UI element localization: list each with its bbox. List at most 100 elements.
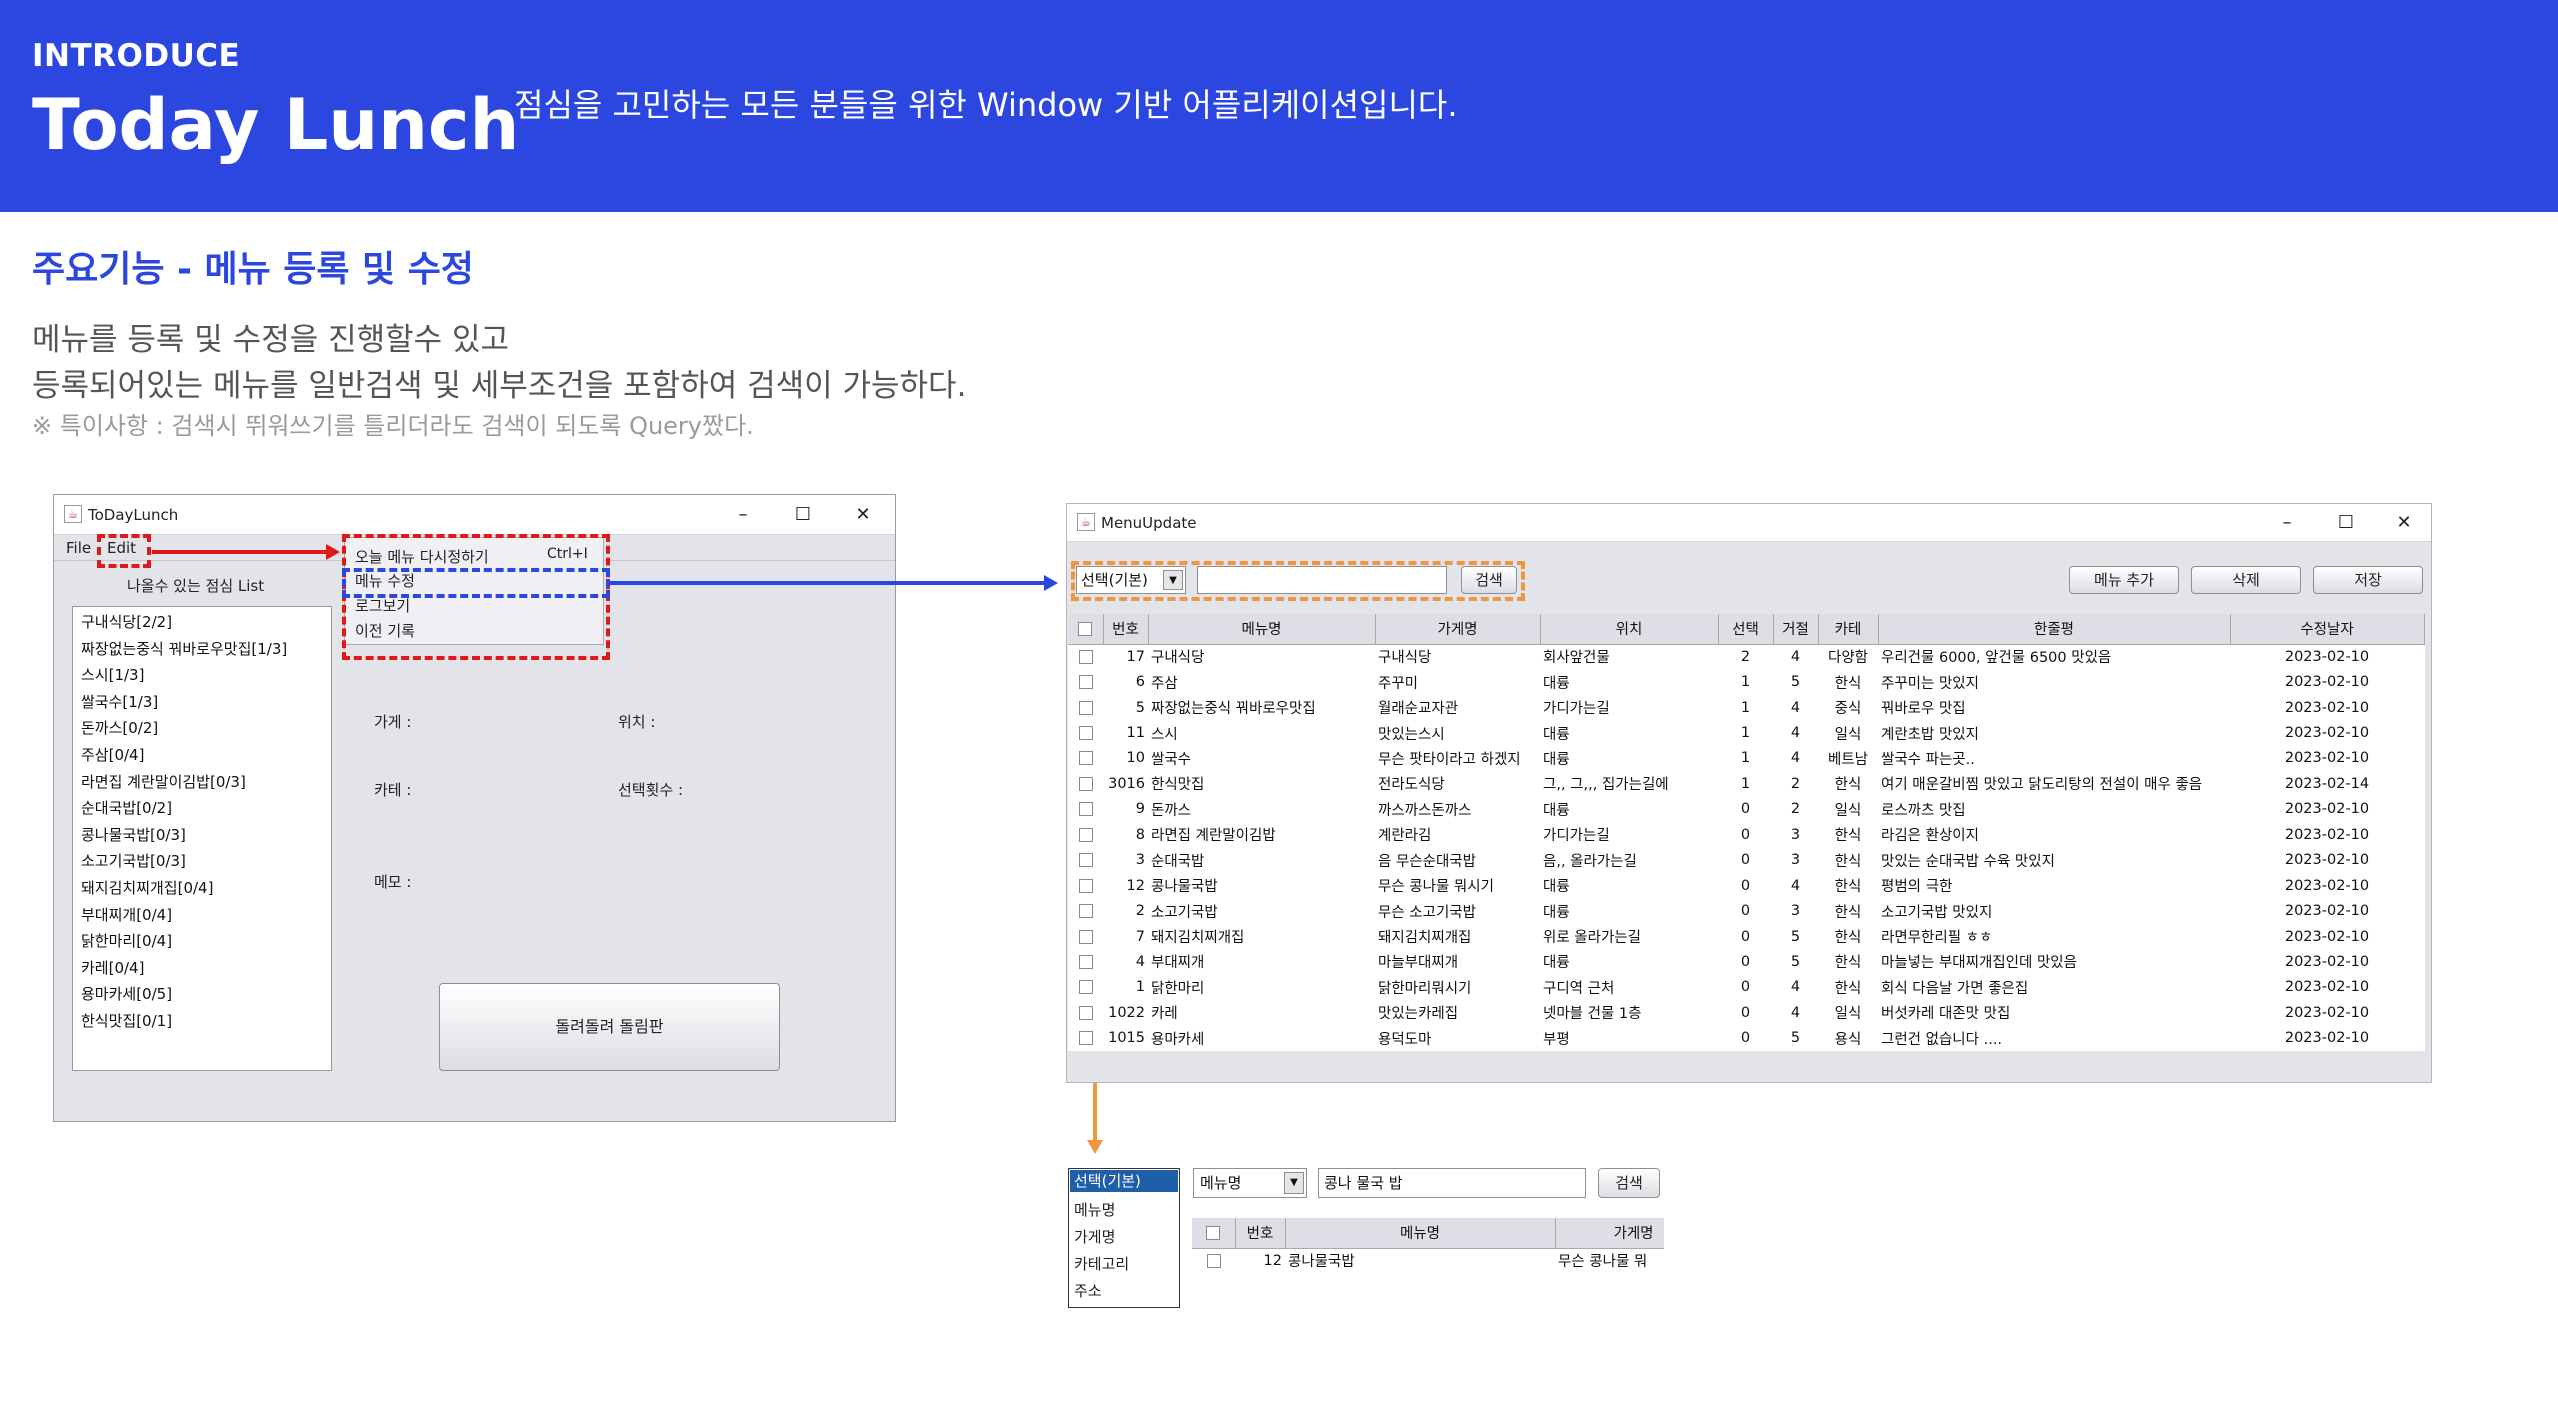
field-combo[interactable]: 메뉴명 ▼ bbox=[1193, 1168, 1307, 1198]
checkbox[interactable] bbox=[1078, 878, 1093, 893]
row-checkbox-cell[interactable] bbox=[1068, 924, 1103, 949]
row-checkbox-cell[interactable] bbox=[1068, 797, 1103, 822]
cell-select: 0 bbox=[1740, 877, 1751, 894]
table-row[interactable]: 8 라면집 계란말이김밥 계란라김 가디가는길 0 3 한식 라김은 환상이지 2023-02-… bbox=[1068, 822, 2424, 847]
checkbox[interactable] bbox=[1078, 929, 1093, 944]
checkbox[interactable] bbox=[1078, 827, 1093, 842]
chevron-down-icon[interactable]: ▼ bbox=[1284, 1172, 1304, 1194]
table-row[interactable]: 1 닭한마리 닭한마리뭐시기 구디역 근처 0 4 한식 회식 다음날 가면 좋은집 2023-… bbox=[1068, 975, 2424, 1000]
table-row[interactable]: 17 구내식당 구내식당 회사앞건물 2 4 다양함 우리건물 6000, 앞건물 6500 … bbox=[1068, 644, 2424, 669]
detail-search-input[interactable]: 콩나 물국 밥 bbox=[1318, 1168, 1586, 1198]
column-header[interactable]: 번호 bbox=[1103, 614, 1149, 645]
row-checkbox-cell[interactable] bbox=[1068, 949, 1103, 974]
cell-number: 5 bbox=[1135, 699, 1145, 716]
cell-reject: 4 bbox=[1790, 979, 1801, 996]
table-row[interactable]: 2 소고기국밥 무슨 소고기국밥 대륭 0 3 한식 소고기국밥 맛있지 2023-02-10 bbox=[1068, 898, 2424, 923]
menu-table[interactable]: 번호 메뉴명 가게명 위치 선택 거절 카테 한줄평 수정날자 17 구내식당 구내… bbox=[1068, 614, 2425, 1051]
table-row[interactable]: 12 콩나물국밥 무슨 콩나물 뭐 bbox=[1192, 1248, 1664, 1273]
checkbox[interactable] bbox=[1078, 980, 1093, 995]
table-row[interactable]: 1022 카레 맛있는카레집 넷마블 건물 1층 0 4 일식 버섯카레 대존맛 맛집 2023… bbox=[1068, 1000, 2424, 1025]
checkbox[interactable] bbox=[1206, 1225, 1221, 1240]
column-header[interactable]: 선택 bbox=[1718, 614, 1774, 645]
checkbox[interactable] bbox=[1078, 853, 1093, 868]
dropdown-option-store[interactable]: 가게명 bbox=[1074, 1226, 1115, 1247]
column-header[interactable]: 가게명 bbox=[1375, 614, 1541, 645]
column-header[interactable]: 가게명 bbox=[1555, 1218, 1664, 1249]
cell-review: 마늘넣는 부대찌개집인데 맛있음 bbox=[1881, 955, 2077, 972]
maximize-icon[interactable]: ☐ bbox=[2329, 504, 2363, 542]
cell-category: 한식 bbox=[1834, 675, 1862, 692]
table-row[interactable]: 3 순대국밥 음 무슨순대국밥 음,, 올라가는길 0 3 한식 맛있는 순대국밥 수육 맛… bbox=[1068, 848, 2424, 873]
row-checkbox-cell[interactable] bbox=[1068, 848, 1103, 873]
cell-select: 0 bbox=[1740, 979, 1751, 996]
cell-store: 닭한마리뭐시기 bbox=[1378, 980, 1472, 997]
delete-button[interactable]: 삭제 bbox=[2191, 566, 2301, 594]
checkbox[interactable] bbox=[1078, 776, 1093, 791]
checkbox[interactable] bbox=[1078, 675, 1093, 690]
row-checkbox-cell[interactable] bbox=[1068, 746, 1103, 771]
table-row[interactable]: 1015 용마카세 용덕도마 부평 0 5 용식 그런건 없습니다 .... 2023-02-1… bbox=[1068, 1026, 2424, 1051]
checkbox[interactable] bbox=[1078, 954, 1093, 969]
cell-category: 베트남 bbox=[1827, 751, 1869, 768]
table-row[interactable]: 12 콩나물국밥 무슨 콩나물 뭐시기 대륭 0 4 한식 평범의 극한 2023-02-10 bbox=[1068, 873, 2424, 898]
checkbox[interactable] bbox=[1078, 1005, 1093, 1020]
minimize-icon[interactable]: – bbox=[2270, 504, 2304, 542]
checkbox[interactable] bbox=[1078, 904, 1093, 919]
dropdown-option-menu[interactable]: 메뉴명 bbox=[1074, 1199, 1115, 1220]
column-header[interactable]: 메뉴명 bbox=[1285, 1218, 1556, 1249]
checkbox[interactable] bbox=[1078, 1031, 1093, 1046]
table-row[interactable]: 3016 한식맛집 전라도식당 그,, 그,,, 집가는길에 1 2 한식 여기 매운갈비찜 … bbox=[1068, 771, 2424, 796]
table-row[interactable]: 5 짜장없는중식 꿔바로우맛집 월래순교자관 가디가는길 1 4 중식 꿔바로우 맛집 2023… bbox=[1068, 695, 2424, 720]
column-header[interactable]: 카테 bbox=[1818, 614, 1879, 645]
row-checkbox-cell[interactable] bbox=[1068, 898, 1103, 923]
close-icon[interactable]: ✕ bbox=[2387, 504, 2421, 542]
row-checkbox-cell[interactable] bbox=[1192, 1248, 1235, 1273]
column-header[interactable]: 수정날자 bbox=[2230, 614, 2425, 645]
checkbox[interactable] bbox=[1078, 802, 1093, 817]
row-checkbox-cell[interactable] bbox=[1068, 644, 1103, 669]
column-header[interactable]: 거절 bbox=[1773, 614, 1819, 645]
column-header[interactable]: 메뉴명 bbox=[1148, 614, 1376, 645]
column-header[interactable]: 번호 bbox=[1235, 1218, 1286, 1249]
row-checkbox-cell[interactable] bbox=[1068, 822, 1103, 847]
table-row[interactable]: 4 부대찌개 마늘부대찌개 대륭 0 5 한식 마늘넣는 부대찌개집인데 맛있음 2023-02… bbox=[1068, 949, 2424, 974]
checkbox[interactable] bbox=[1078, 621, 1093, 636]
detail-search-button[interactable]: 검색 bbox=[1598, 1168, 1660, 1198]
cell-number: 8 bbox=[1135, 826, 1145, 843]
cell-date: 2023-02-10 bbox=[2284, 953, 2370, 970]
checkbox[interactable] bbox=[1078, 751, 1093, 766]
table-row[interactable]: 6 주삼 주꾸미 대륭 1 5 한식 주꾸미는 맛있지 2023-02-10 bbox=[1068, 669, 2424, 694]
row-checkbox-cell[interactable] bbox=[1068, 873, 1103, 898]
row-checkbox-cell[interactable] bbox=[1068, 771, 1103, 796]
checkbox[interactable] bbox=[1206, 1253, 1221, 1268]
checkbox[interactable] bbox=[1078, 649, 1093, 664]
cell-location: 위로 올라가는길 bbox=[1543, 930, 1641, 947]
table-row[interactable]: 10 쌀국수 무슨 팟타이라고 하겠지 대륭 1 4 베트남 쌀국수 파는곳.. 2023-02… bbox=[1068, 746, 2424, 771]
dropdown-option-category[interactable]: 카테고리 bbox=[1074, 1253, 1129, 1274]
checkbox[interactable] bbox=[1078, 726, 1093, 741]
checkbox[interactable] bbox=[1078, 700, 1093, 715]
row-checkbox-cell[interactable] bbox=[1068, 720, 1103, 745]
row-checkbox-cell[interactable] bbox=[1068, 1000, 1103, 1025]
table-row[interactable]: 9 돈까스 까스까스돈까스 대륭 0 2 일식 로스까츠 맛집 2023-02-10 bbox=[1068, 797, 2424, 822]
row-checkbox-cell[interactable] bbox=[1068, 1026, 1103, 1051]
cell-store: 계란라김 bbox=[1378, 828, 1432, 845]
table-row[interactable]: 11 스시 맛있는스시 대륭 1 4 일식 계란초밥 맛있지 2023-02-10 bbox=[1068, 720, 2424, 745]
column-header[interactable]: 한줄평 bbox=[1878, 614, 2231, 645]
cell-date: 2023-02-10 bbox=[2284, 801, 2370, 818]
cell-date: 2023-02-14 bbox=[2284, 775, 2370, 792]
header-select-all[interactable] bbox=[1068, 614, 1104, 645]
row-checkbox-cell[interactable] bbox=[1068, 975, 1103, 1000]
column-header[interactable]: 위치 bbox=[1540, 614, 1719, 645]
dropdown-option-address[interactable]: 주소 bbox=[1074, 1280, 1102, 1301]
dropdown-selected-option[interactable]: 선택(기본) bbox=[1070, 1170, 1178, 1192]
cell-category: 일식 bbox=[1834, 1006, 1862, 1023]
result-table[interactable]: 번호 메뉴명 가게명 12 콩나물국밥 무슨 콩나물 뭐 bbox=[1192, 1218, 1664, 1274]
row-checkbox-cell[interactable] bbox=[1068, 695, 1103, 720]
table-row[interactable]: 7 돼지김치찌개집 돼지김치찌개집 위로 올라가는길 0 5 한식 라면무한리필 ㅎㅎ 2023… bbox=[1068, 924, 2424, 949]
header-select-all[interactable] bbox=[1192, 1218, 1236, 1249]
save-button[interactable]: 저장 bbox=[2313, 566, 2423, 594]
row-checkbox-cell[interactable] bbox=[1068, 669, 1103, 694]
cell-select: 0 bbox=[1740, 1004, 1751, 1021]
add-menu-button[interactable]: 메뉴 추가 bbox=[2069, 566, 2179, 594]
